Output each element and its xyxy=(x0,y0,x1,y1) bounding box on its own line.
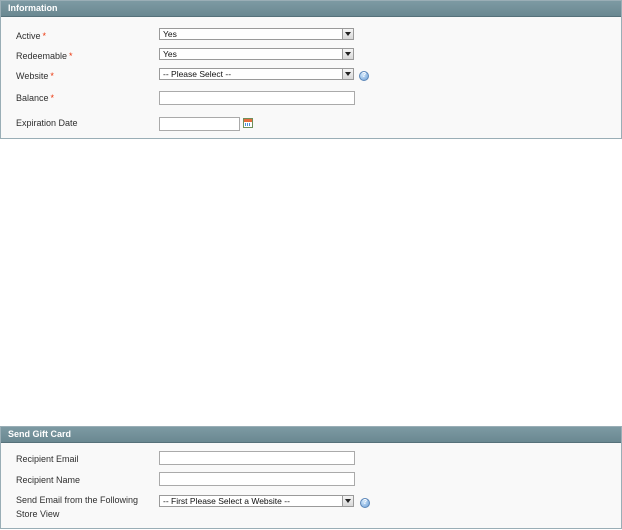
store-view-select-value: -- First Please Select a Website -- xyxy=(163,496,290,506)
balance-label-text: Balance xyxy=(16,93,49,103)
website-label-text: Website xyxy=(16,71,49,81)
chevron-down-icon[interactable] xyxy=(342,29,353,39)
active-label-text: Active xyxy=(16,31,41,41)
expiration-date-input[interactable] xyxy=(159,117,240,131)
website-row: Website * -- Please Select -- ? xyxy=(1,68,621,88)
redeemable-row: Redeemable * Yes xyxy=(1,48,621,68)
chevron-down-icon[interactable] xyxy=(342,496,353,506)
required-marker: * xyxy=(50,71,54,81)
store-view-label: Send Email from the Following Store View xyxy=(16,495,138,520)
send-gift-card-section: Send Gift Card Recipient Email Recipient… xyxy=(0,426,622,529)
calendar-icon[interactable] xyxy=(243,118,253,128)
expiration-label: Expiration Date xyxy=(16,118,78,128)
website-select[interactable]: -- Please Select -- xyxy=(159,68,354,80)
recipient-name-label: Recipient Name xyxy=(16,475,81,485)
information-section: Information Active * Yes Redeemable * Yes … xyxy=(0,0,622,139)
recipient-email-input[interactable] xyxy=(159,451,355,465)
recipient-email-label: Recipient Email xyxy=(16,454,79,464)
recipient-name-row: Recipient Name xyxy=(1,472,621,492)
balance-input[interactable] xyxy=(159,91,355,105)
active-select[interactable]: Yes xyxy=(159,28,354,40)
store-view-label-line2: Store View xyxy=(16,509,60,519)
required-marker: * xyxy=(42,31,47,41)
redeemable-select[interactable]: Yes xyxy=(159,48,354,60)
active-label: Active * xyxy=(16,31,46,42)
balance-label: Balance * xyxy=(16,93,54,104)
required-marker: * xyxy=(50,93,55,103)
balance-row: Balance * xyxy=(1,91,621,111)
redeemable-select-value: Yes xyxy=(163,49,177,59)
chevron-down-icon[interactable] xyxy=(342,49,353,59)
redeemable-label: Redeemable * xyxy=(16,51,73,62)
active-select-value: Yes xyxy=(163,29,177,39)
store-view-select[interactable]: -- First Please Select a Website -- xyxy=(159,495,354,507)
expiration-row: Expiration Date xyxy=(1,117,621,137)
send-gift-card-header: Send Gift Card xyxy=(1,427,621,443)
recipient-name-input[interactable] xyxy=(159,472,355,486)
website-label: Website * xyxy=(16,71,54,82)
redeemable-label-text: Redeemable xyxy=(16,51,68,61)
store-view-label-line1: Send Email from the Following xyxy=(16,495,139,505)
chevron-down-icon[interactable] xyxy=(342,69,353,79)
help-icon[interactable]: ? xyxy=(359,71,369,81)
active-row: Active * Yes xyxy=(1,28,621,48)
recipient-email-row: Recipient Email xyxy=(1,451,621,471)
help-icon[interactable]: ? xyxy=(360,498,370,508)
store-view-row: Send Email from the Following Store View… xyxy=(1,493,621,523)
information-header: Information xyxy=(1,1,621,17)
website-select-value: -- Please Select -- xyxy=(163,69,232,79)
required-marker: * xyxy=(69,51,73,61)
